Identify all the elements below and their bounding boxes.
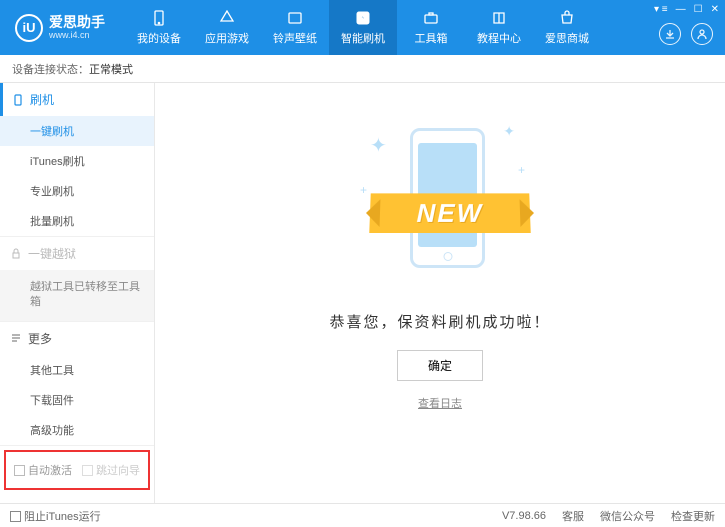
version-label: V7.98.66 bbox=[502, 510, 546, 522]
status-value: 正常模式 bbox=[89, 61, 133, 77]
maximize-icon[interactable]: ☐ bbox=[694, 4, 703, 15]
apps-icon bbox=[218, 9, 236, 27]
logo-icon: iU bbox=[15, 14, 43, 42]
sparkle-icon: + bbox=[360, 183, 367, 197]
book-icon bbox=[490, 9, 508, 27]
checkbox-skip-guide[interactable]: 跳过向导 bbox=[82, 462, 140, 478]
nav-toolbox[interactable]: 工具箱 bbox=[397, 0, 465, 55]
list-icon bbox=[10, 332, 22, 344]
device-name[interactable]: iPhone 15 Pro Max bbox=[10, 502, 144, 503]
sidebar-options-highlighted: 自动激活 跳过向导 bbox=[4, 450, 150, 490]
sidebar-item-pro[interactable]: 专业刷机 bbox=[0, 176, 154, 206]
lock-icon bbox=[10, 248, 22, 260]
device-info: iPhone 15 Pro Max 512GB iPhone bbox=[0, 494, 154, 503]
app-header: iU 爱思助手 www.i4.cn 我的设备 应用游戏 铃声壁纸 智能刷机 工具… bbox=[0, 0, 725, 55]
toolbox-icon bbox=[422, 9, 440, 27]
app-url: www.i4.cn bbox=[49, 30, 105, 40]
app-title: 爱思助手 bbox=[49, 15, 105, 30]
sidebar-item-advanced[interactable]: 高级功能 bbox=[0, 415, 154, 445]
nav-ringtones[interactable]: 铃声壁纸 bbox=[261, 0, 329, 55]
status-bar: 设备连接状态： 正常模式 bbox=[0, 55, 725, 83]
sidebar-item-jailbreak-moved: 越狱工具已转移至工具箱 bbox=[0, 270, 154, 321]
sidebar-item-itunes[interactable]: iTunes刷机 bbox=[0, 146, 154, 176]
menu-icon[interactable]: ▾ ≡ bbox=[654, 4, 668, 15]
success-illustration: ✦ ✦ + + NEW bbox=[340, 113, 540, 293]
status-label: 设备连接状态： bbox=[12, 61, 89, 77]
ok-button[interactable]: 确定 bbox=[397, 350, 483, 381]
sparkle-icon: ✦ bbox=[370, 133, 387, 158]
nav-store[interactable]: 爱思商城 bbox=[533, 0, 601, 55]
nav-apps[interactable]: 应用游戏 bbox=[193, 0, 261, 55]
flash-icon bbox=[354, 9, 372, 27]
store-icon bbox=[558, 9, 576, 27]
checkbox-block-itunes[interactable]: 阻止iTunes运行 bbox=[10, 508, 101, 524]
view-log-link[interactable]: 查看日志 bbox=[418, 395, 462, 411]
sidebar: 刷机 一键刷机 iTunes刷机 专业刷机 批量刷机 一键越狱 越狱工具已转移至… bbox=[0, 83, 155, 503]
wallpaper-icon bbox=[286, 9, 304, 27]
download-button[interactable] bbox=[659, 23, 681, 45]
minimize-icon[interactable]: — bbox=[676, 4, 686, 15]
footer-link-support[interactable]: 客服 bbox=[562, 508, 584, 524]
sidebar-item-firmware[interactable]: 下载固件 bbox=[0, 385, 154, 415]
nav-my-device[interactable]: 我的设备 bbox=[125, 0, 193, 55]
window-controls: ▾ ≡ — ☐ ✕ bbox=[654, 4, 719, 15]
nav-tutorials[interactable]: 教程中心 bbox=[465, 0, 533, 55]
sidebar-item-other-tools[interactable]: 其他工具 bbox=[0, 355, 154, 385]
success-message: 恭喜您，保资料刷机成功啦！ bbox=[329, 311, 550, 332]
user-button[interactable] bbox=[691, 23, 713, 45]
close-icon[interactable]: ✕ bbox=[711, 4, 719, 15]
sidebar-group-more[interactable]: 更多 bbox=[0, 322, 154, 355]
sparkle-icon: ✦ bbox=[503, 123, 515, 140]
sidebar-item-oneclick[interactable]: 一键刷机 bbox=[0, 116, 154, 146]
sidebar-group-jailbreak[interactable]: 一键越狱 bbox=[0, 237, 154, 270]
footer-link-update[interactable]: 检查更新 bbox=[671, 508, 715, 524]
footer: 阻止iTunes运行 V7.98.66 客服 微信公众号 检查更新 bbox=[0, 503, 725, 527]
sidebar-item-batch[interactable]: 批量刷机 bbox=[0, 206, 154, 236]
new-ribbon: NEW bbox=[369, 193, 530, 233]
device-icon bbox=[150, 9, 168, 27]
checkbox-auto-activate[interactable]: 自动激活 bbox=[14, 462, 72, 478]
nav-smart-flash[interactable]: 智能刷机 bbox=[329, 0, 397, 55]
top-nav: 我的设备 应用游戏 铃声壁纸 智能刷机 工具箱 教程中心 爱思商城 bbox=[125, 0, 725, 55]
main-content: ✦ ✦ + + NEW 恭喜您，保资料刷机成功啦！ 确定 查看日志 bbox=[155, 83, 725, 503]
footer-link-wechat[interactable]: 微信公众号 bbox=[600, 508, 655, 524]
logo-area: iU 爱思助手 www.i4.cn bbox=[0, 14, 125, 42]
sparkle-icon: + bbox=[518, 163, 525, 177]
phone-icon bbox=[12, 94, 24, 106]
sidebar-group-flash[interactable]: 刷机 bbox=[0, 83, 154, 116]
